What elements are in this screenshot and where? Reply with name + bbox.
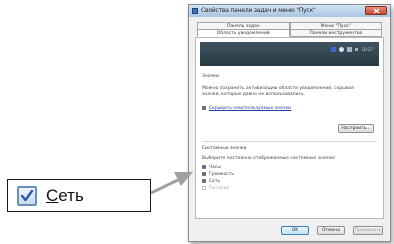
zoom-network-label: Сеть	[46, 186, 84, 206]
zoom-label-accelerator: С	[46, 186, 59, 205]
checkmark-icon	[20, 189, 34, 202]
zoom-network-checkbox[interactable]	[17, 186, 37, 206]
zoom-callout: Сеть	[7, 179, 151, 212]
zoom-label-rest: еть	[58, 186, 84, 205]
